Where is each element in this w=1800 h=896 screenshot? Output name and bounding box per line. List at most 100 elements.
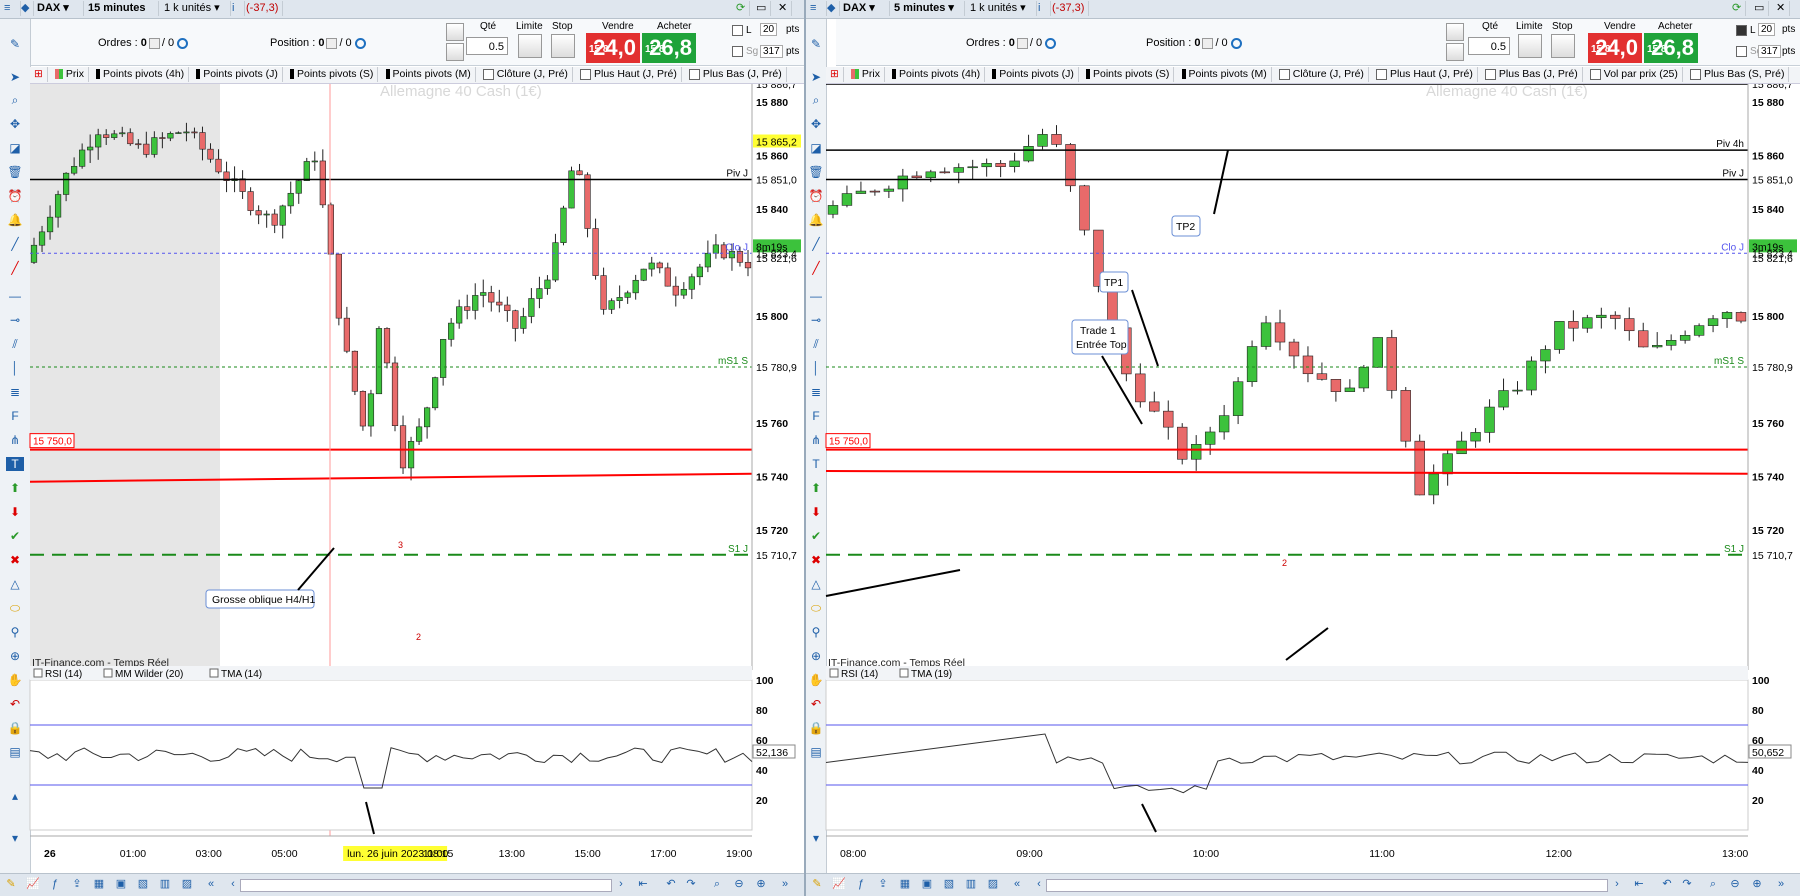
- units-selector[interactable]: 1 k unités ▾: [160, 1, 231, 16]
- timeframe-selector[interactable]: 15 minutes ▾: [84, 1, 159, 29]
- step-left-icon[interactable]: ‹: [1032, 878, 1046, 891]
- zoom-fit-icon[interactable]: ⌕: [710, 878, 724, 891]
- wrench-icon[interactable]: [1446, 23, 1464, 41]
- screener-icon[interactable]: ▧: [136, 878, 150, 891]
- screener-icon[interactable]: ▧: [942, 878, 956, 891]
- redo-view-icon[interactable]: ↷: [684, 878, 698, 891]
- zoom-fit-icon[interactable]: ⌕: [1706, 878, 1720, 891]
- backtest-icon[interactable]: ▥: [964, 878, 978, 891]
- timeframe-selector[interactable]: 5 minutes ▾: [890, 1, 965, 16]
- l-checkbox[interactable]: [1736, 25, 1747, 36]
- minimize-icon[interactable]: ▭: [1750, 1, 1770, 16]
- draw-icon[interactable]: ✎: [4, 878, 18, 891]
- compare-icon[interactable]: ▣: [920, 878, 934, 891]
- pts-input-1[interactable]: 20: [760, 23, 778, 36]
- reset-zoom-icon[interactable]: ⇤: [636, 878, 650, 891]
- right-price-chart[interactable]: Allemagne 40 Cash (1€) Piv MPiv 4hPiv JC…: [806, 84, 1800, 874]
- zoom-out-icon[interactable]: ⊖: [732, 878, 746, 891]
- sg-checkbox[interactable]: [732, 46, 743, 57]
- qty-input[interactable]: 0.5: [466, 37, 508, 55]
- scroll-left-icon[interactable]: «: [204, 878, 218, 891]
- units-selector[interactable]: 1 k unités ▾: [966, 1, 1037, 16]
- scroll-left-icon[interactable]: «: [1010, 878, 1024, 891]
- legend-item[interactable]: Plus Bas (J, Pré): [685, 67, 787, 82]
- position-close-icon[interactable]: [1202, 37, 1214, 49]
- step-right-icon[interactable]: ›: [614, 878, 628, 891]
- scroll-right-icon[interactable]: »: [778, 878, 792, 891]
- legend-item[interactable]: Points pivots (S): [1082, 67, 1175, 82]
- legend-add-icon[interactable]: ⊞: [826, 67, 844, 82]
- redo-view-icon[interactable]: ↷: [1680, 878, 1694, 891]
- draw-icon[interactable]: ✎: [810, 878, 824, 891]
- stop-order-button[interactable]: [1551, 34, 1575, 58]
- l-checkbox[interactable]: [732, 25, 743, 36]
- wrench-icon[interactable]: [446, 23, 464, 41]
- pts-input-2[interactable]: 317: [1758, 45, 1781, 58]
- step-left-icon[interactable]: ‹: [226, 878, 240, 891]
- position-search-icon[interactable]: [1230, 37, 1242, 49]
- legend-item[interactable]: Plus Bas (S, Pré): [1686, 67, 1790, 82]
- tile-icon[interactable]: ▦: [92, 878, 106, 891]
- time-scrollbar[interactable]: [240, 879, 612, 892]
- calculator-icon[interactable]: [446, 43, 464, 61]
- legend-item[interactable]: Prix: [847, 67, 885, 82]
- reset-zoom-icon[interactable]: ⇤: [1632, 878, 1646, 891]
- trading-icon[interactable]: ▨: [180, 878, 194, 891]
- pin-icon[interactable]: ◆: [17, 1, 35, 16]
- chart-type-icon[interactable]: 📈: [832, 878, 846, 891]
- share-icon[interactable]: ⇪: [70, 878, 84, 891]
- limit-order-button[interactable]: [1518, 34, 1542, 58]
- scroll-right-icon[interactable]: »: [1774, 878, 1788, 891]
- zoom-in-icon[interactable]: ⊕: [1750, 878, 1764, 891]
- pencil-icon[interactable]: ✎: [807, 37, 825, 51]
- time-scrollbar[interactable]: [1046, 879, 1608, 892]
- refresh-icon[interactable]: ⟳: [1728, 1, 1747, 16]
- sg-checkbox[interactable]: [1736, 46, 1747, 57]
- legend-item[interactable]: Clôture (J, Pré): [1275, 67, 1369, 82]
- compare-icon[interactable]: ▣: [114, 878, 128, 891]
- indicator-icon[interactable]: ƒ: [854, 878, 868, 891]
- pin-icon[interactable]: ◆: [823, 1, 841, 16]
- step-right-icon[interactable]: ›: [1610, 878, 1624, 891]
- refresh-icon[interactable]: ⟳: [732, 1, 751, 16]
- trading-icon[interactable]: ▨: [986, 878, 1000, 891]
- legend-item[interactable]: Clôture (J, Pré): [479, 67, 573, 82]
- legend-item[interactable]: Points pivots (J): [192, 67, 283, 82]
- pts-input-1[interactable]: 20: [1758, 23, 1776, 36]
- pencil-icon[interactable]: ✎: [6, 37, 24, 51]
- sell-button[interactable]: 15 8 24,0: [1588, 33, 1642, 63]
- instrument-selector[interactable]: DAX ▾: [33, 1, 84, 16]
- cursor-icon[interactable]: ➤: [807, 70, 825, 84]
- legend-item[interactable]: Vol par prix (25): [1586, 67, 1683, 82]
- legend-item[interactable]: Points pivots (M): [382, 67, 476, 82]
- orders-search-icon[interactable]: [1045, 37, 1057, 49]
- position-close-icon[interactable]: [326, 37, 338, 49]
- undo-view-icon[interactable]: ↶: [1660, 878, 1674, 891]
- legend-item[interactable]: Points pivots (M): [1178, 67, 1272, 82]
- buy-button[interactable]: 15 8 26,8: [1644, 33, 1698, 63]
- legend-item[interactable]: Points pivots (4h): [888, 67, 986, 82]
- legend-item[interactable]: Plus Haut (J, Pré): [1372, 67, 1478, 82]
- chart-type-icon[interactable]: 📈: [26, 878, 40, 891]
- backtest-icon[interactable]: ▥: [158, 878, 172, 891]
- undo-view-icon[interactable]: ↶: [664, 878, 678, 891]
- close-icon[interactable]: ✕: [774, 1, 793, 16]
- legend-item[interactable]: Plus Haut (J, Pré): [576, 67, 682, 82]
- position-search-icon[interactable]: [354, 37, 366, 49]
- orders-close-icon[interactable]: [1016, 37, 1028, 49]
- buy-button[interactable]: 15 8 26,8: [642, 33, 696, 63]
- zoom-out-icon[interactable]: ⊖: [1728, 878, 1742, 891]
- zoom-in-icon[interactable]: ⊕: [754, 878, 768, 891]
- legend-item[interactable]: Plus Bas (J, Pré): [1481, 67, 1583, 82]
- orders-search-icon[interactable]: [177, 37, 189, 49]
- indicator-icon[interactable]: ƒ: [48, 878, 62, 891]
- tile-icon[interactable]: ▦: [898, 878, 912, 891]
- legend-item[interactable]: Prix: [51, 67, 89, 82]
- legend-item[interactable]: Points pivots (S): [286, 67, 379, 82]
- share-icon[interactable]: ⇪: [876, 878, 890, 891]
- orders-close-icon[interactable]: [148, 37, 160, 49]
- instrument-selector[interactable]: DAX ▾: [839, 1, 890, 16]
- legend-item[interactable]: Points pivots (4h): [92, 67, 190, 82]
- qty-input[interactable]: 0.5: [1468, 37, 1510, 55]
- left-price-chart[interactable]: Allemagne 40 Cash (1€) Piv J mS1 S S1 J Clo…: [0, 84, 804, 874]
